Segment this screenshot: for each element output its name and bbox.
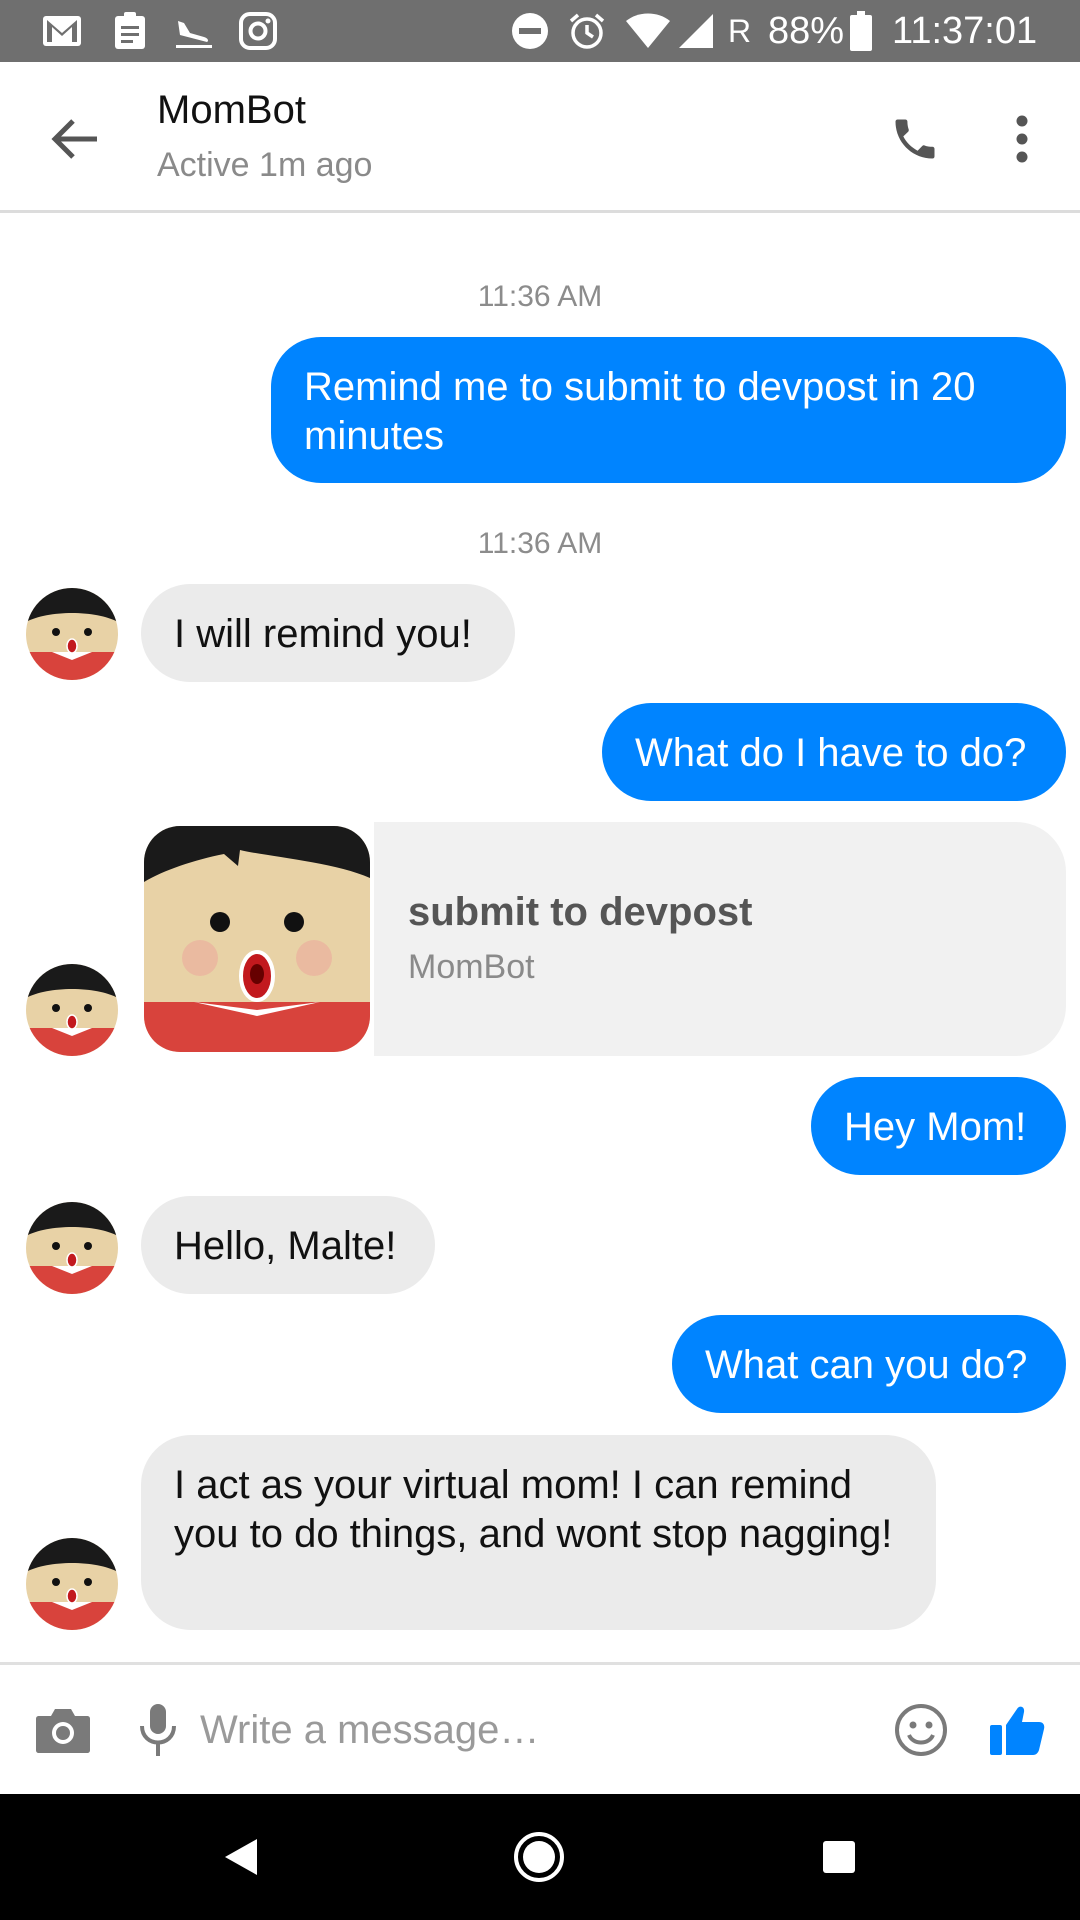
reminder-card-sender: MomBot <box>408 948 535 986</box>
battery-icon <box>848 0 874 62</box>
camera-icon <box>36 1709 90 1753</box>
status-time: 11:37:01 <box>892 10 1038 52</box>
reminder-card-title: submit to devpost <box>408 890 753 934</box>
reminder-card-body <box>374 822 1066 1056</box>
avatar[interactable] <box>26 964 118 1056</box>
system-navigation-bar <box>0 1794 1080 1920</box>
incoming-message[interactable]: Hello, Malte! <box>141 1196 435 1294</box>
nav-recents-button[interactable] <box>804 1822 874 1892</box>
contact-name[interactable]: MomBot <box>157 88 306 133</box>
avatar[interactable] <box>26 588 118 680</box>
nav-home-button[interactable] <box>504 1822 574 1892</box>
instagram-icon <box>238 0 278 62</box>
message-timestamp: 11:36 AM <box>477 527 603 560</box>
conversation-header: MomBot Active 1m ago <box>0 62 1080 213</box>
nav-home-icon <box>514 1832 564 1882</box>
message-timestamp: 11:36 AM <box>477 280 603 313</box>
microphone-icon <box>140 1704 176 1756</box>
incoming-message[interactable]: I act as your virtual mom! I can remind … <box>141 1435 936 1630</box>
message-input[interactable] <box>200 1699 880 1761</box>
like-button[interactable] <box>980 1693 1054 1767</box>
smiley-icon <box>895 1704 947 1756</box>
do-not-disturb-icon <box>510 0 550 62</box>
emoji-button[interactable] <box>884 1693 958 1767</box>
outgoing-message[interactable]: Remind me to submit to devpost in 20 min… <box>271 337 1066 483</box>
gmail-icon <box>40 0 84 62</box>
signal-icon <box>676 0 716 62</box>
roaming-indicator: R <box>728 13 752 49</box>
outgoing-message[interactable]: Hey Mom! <box>811 1077 1066 1175</box>
nav-recents-icon <box>823 1841 855 1873</box>
phone-icon <box>895 119 935 159</box>
nav-back-icon <box>225 1839 257 1875</box>
microphone-button[interactable] <box>120 1693 196 1767</box>
avatar[interactable] <box>26 1538 118 1630</box>
alarm-icon <box>566 0 608 62</box>
nav-back-button[interactable] <box>206 1822 276 1892</box>
thumbs-up-icon <box>990 1706 1045 1755</box>
more-options-button[interactable] <box>1000 104 1044 174</box>
arrow-left-icon <box>51 119 97 159</box>
wifi-icon <box>624 0 672 62</box>
active-status: Active 1m ago <box>157 146 373 184</box>
incoming-message[interactable]: I will remind you! <box>141 584 515 682</box>
call-button[interactable] <box>880 104 950 174</box>
status-bar: R 88% 11:37:01 <box>0 0 1080 62</box>
battery-percent: 88% <box>768 10 845 52</box>
mombot-face-image <box>144 826 370 1052</box>
avatar[interactable] <box>26 1202 118 1294</box>
camera-button[interactable] <box>26 1693 100 1767</box>
clipboard-icon <box>112 0 148 62</box>
outgoing-message[interactable]: What do I have to do? <box>602 703 1066 801</box>
airplane-arrival-icon <box>172 0 216 62</box>
outgoing-message[interactable]: What can you do? <box>672 1315 1066 1413</box>
more-vertical-icon <box>1016 115 1028 163</box>
message-composer <box>0 1662 1080 1795</box>
back-button[interactable] <box>40 104 110 174</box>
reminder-card[interactable]: submit to devpost MomBot <box>144 822 1066 1056</box>
